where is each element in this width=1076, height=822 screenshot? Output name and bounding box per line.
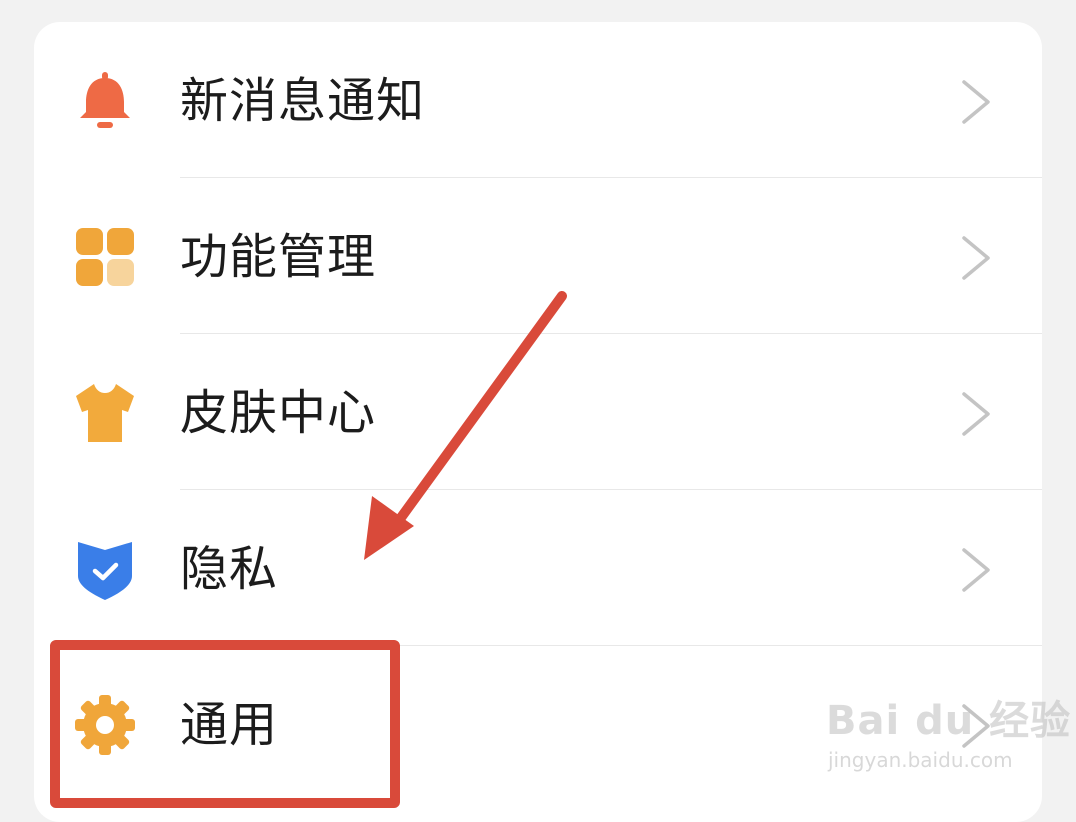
settings-item-general[interactable]: 通用 [34,646,1042,802]
shield-check-icon [72,536,138,602]
settings-item-label: 隐私 [180,541,279,597]
gear-icon [72,692,138,758]
settings-item-label: 功能管理 [180,229,377,285]
chevron-right-icon [958,234,994,282]
settings-item-label: 新消息通知 [180,73,426,129]
settings-item-notifications[interactable]: 新消息通知 [34,22,1042,178]
shirt-icon [72,380,138,446]
grid-icon [72,224,138,290]
settings-item-skin-center[interactable]: 皮肤中心 [34,334,1042,490]
settings-item-label: 皮肤中心 [180,385,377,441]
chevron-right-icon [958,390,994,438]
chevron-right-icon [958,702,994,750]
settings-item-feature-management[interactable]: 功能管理 [34,178,1042,334]
settings-item-privacy[interactable]: 隐私 [34,490,1042,646]
chevron-right-icon [958,78,994,126]
chevron-right-icon [958,546,994,594]
settings-card: 新消息通知 功能管理 皮肤中心 隐私 通用 [34,22,1042,822]
bell-icon [72,68,138,134]
settings-item-label: 通用 [180,697,279,753]
